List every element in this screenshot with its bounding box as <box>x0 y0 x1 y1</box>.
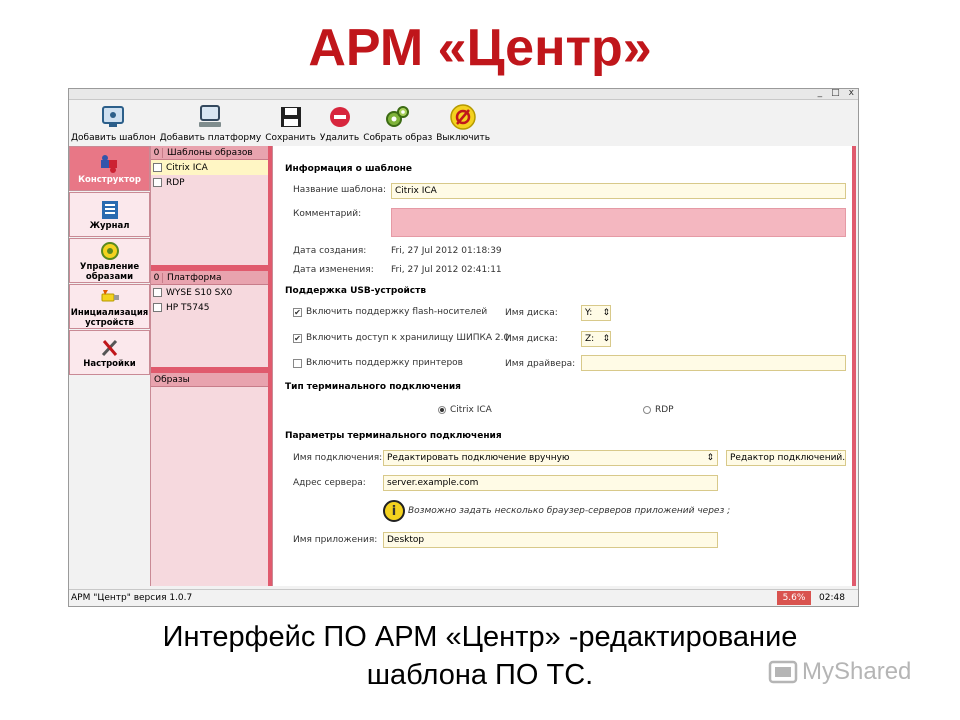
disk2-spinner[interactable]: Z: ⇕ <box>581 331 611 347</box>
item-checkbox[interactable] <box>153 163 162 172</box>
load-indicator: 5.6% <box>777 591 811 605</box>
checkbox-checked: ✔ <box>293 333 302 343</box>
logo-icon <box>768 660 798 684</box>
server-input[interactable]: server.example.com <box>383 475 718 491</box>
spinner-arrows-icon: ⇕ <box>602 334 610 344</box>
nav-journal[interactable]: Журнал <box>69 192 150 237</box>
item-checkbox[interactable] <box>153 288 162 297</box>
save-icon <box>276 102 306 132</box>
status-bar: АРМ "Центр" версия 1.0.7 5.6% 02:48 <box>69 589 858 606</box>
add-template-icon <box>98 102 128 132</box>
templates-panel-header: 0 Шаблоны образов <box>151 146 268 160</box>
puzzle-icon <box>97 153 123 175</box>
conn-type-rdp-radio[interactable]: RDP <box>643 405 674 415</box>
panel-splitter[interactable] <box>151 265 268 271</box>
name-label: Название шаблона: <box>293 185 387 195</box>
modified-value: Fri, 27 Jul 2012 02:41:11 <box>391 265 502 275</box>
printers-checkbox[interactable]: Включить поддержку принтеров <box>293 358 463 368</box>
images-panel-header: Образы <box>151 373 268 387</box>
conn-editor-button[interactable]: Редактор подключений... <box>726 450 846 466</box>
build-image-button[interactable]: Собрать образ <box>361 100 434 145</box>
template-name-input[interactable]: Citrix ICA <box>391 183 846 199</box>
minimize-button[interactable]: _ <box>818 88 823 98</box>
add-platform-button[interactable]: Добавить платформу <box>158 100 264 145</box>
images-icon <box>97 240 123 262</box>
toolbar: Добавить шаблон Добавить платформу Сохра… <box>69 100 858 145</box>
save-button[interactable]: Сохранить <box>263 100 318 145</box>
power-off-icon <box>448 102 478 132</box>
app-window: _ □ x Добавить шаблон Добавить платформу… <box>68 88 859 607</box>
usb-icon <box>97 286 123 308</box>
server-label: Адрес сервера: <box>293 478 366 488</box>
clock: 02:48 <box>819 593 845 603</box>
comment-label: Комментарий: <box>293 209 362 219</box>
usb-section-title: Поддержка USB-устройств <box>285 286 427 296</box>
disk-label: Имя диска: <box>505 308 558 318</box>
left-navigation: Конструктор Журнал Управление образами И… <box>69 146 150 576</box>
delete-button[interactable]: Удалить <box>318 100 361 145</box>
add-template-button[interactable]: Добавить шаблон <box>69 100 158 145</box>
list-item[interactable]: RDP <box>151 175 268 190</box>
journal-icon <box>97 199 123 221</box>
list-item[interactable]: Citrix ICA <box>151 160 268 175</box>
build-image-icon <box>383 102 413 132</box>
info-icon: i <box>383 500 405 522</box>
created-label: Дата создания: <box>293 246 367 256</box>
driver-input[interactable] <box>581 355 846 371</box>
checkbox-unchecked <box>293 358 302 368</box>
delete-icon <box>325 102 355 132</box>
nav-device-init[interactable]: Инициализация устройств <box>69 284 150 329</box>
list-item[interactable]: WYSE S10 SX0 <box>151 285 268 300</box>
side-panels: 0 Шаблоны образов Citrix ICA RDP 0 Платф… <box>150 146 272 586</box>
panel-splitter[interactable] <box>151 367 268 373</box>
maximize-button[interactable]: □ <box>831 88 840 98</box>
usb-flash-checkbox[interactable]: ✔ Включить поддержку flash-носителей <box>293 307 487 317</box>
list-item[interactable]: HP T5745 <box>151 300 268 315</box>
app-name-input[interactable]: Desktop <box>383 532 718 548</box>
usb-shipka-checkbox[interactable]: ✔ Включить доступ к хранилищу ШИПКА 2.0 <box>293 333 509 343</box>
nav-constructor[interactable]: Конструктор <box>69 146 150 191</box>
platforms-panel-header: 0 Платформа <box>151 271 268 285</box>
nav-settings[interactable]: Настройки <box>69 330 150 375</box>
modified-label: Дата изменения: <box>293 265 374 275</box>
spinner-arrows-icon: ⇕ <box>602 308 610 318</box>
checkbox-checked: ✔ <box>293 307 302 317</box>
slide-title: АРМ «Центр» <box>308 19 652 77</box>
radio-selected <box>438 406 446 414</box>
item-checkbox[interactable] <box>153 303 162 312</box>
info-section-title: Информация о шаблоне <box>285 164 412 174</box>
info-hint: i Возможно задать несколько браузер-серв… <box>383 500 730 522</box>
conn-type-section-title: Тип терминального подключения <box>285 382 461 392</box>
add-platform-icon <box>195 102 225 132</box>
conn-name-select[interactable]: Редактировать подключение вручную ⇕ <box>383 450 718 466</box>
radio-unselected <box>643 406 651 414</box>
created-value: Fri, 27 Jul 2012 01:18:39 <box>391 246 502 256</box>
item-checkbox[interactable] <box>153 178 162 187</box>
disk1-spinner[interactable]: Y: ⇕ <box>581 305 611 321</box>
site-logo: MyShared <box>768 658 911 686</box>
tools-icon <box>97 337 123 359</box>
app-label: Имя приложения: <box>293 535 378 545</box>
nav-image-management[interactable]: Управление образами <box>69 238 150 283</box>
close-button[interactable]: x <box>849 88 854 98</box>
disk-label-2: Имя диска: <box>505 334 558 344</box>
window-titlebar: _ □ x <box>69 88 858 100</box>
comment-input[interactable] <box>391 208 846 237</box>
conn-type-citrix-radio[interactable]: Citrix ICA <box>438 405 492 415</box>
conn-name-label: Имя подключения: <box>293 453 383 463</box>
driver-label: Имя драйвера: <box>505 359 576 369</box>
combo-arrows-icon: ⇕ <box>706 453 714 463</box>
template-form: Информация о шаблоне Название шаблона: C… <box>272 146 856 586</box>
conn-params-section-title: Параметры терминального подключения <box>285 431 502 441</box>
power-off-button[interactable]: Выключить <box>434 100 492 145</box>
version-text: АРМ "Центр" версия 1.0.7 <box>71 593 193 603</box>
